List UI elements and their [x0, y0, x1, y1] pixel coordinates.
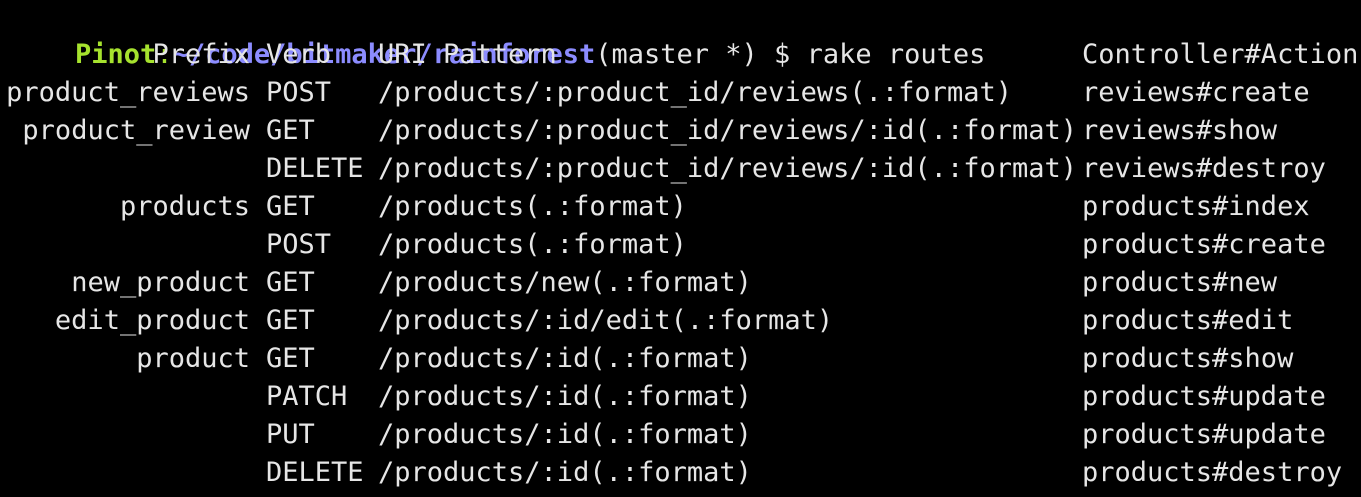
route-prefix: product	[136, 343, 250, 374]
route-uri: /products/:product_id/reviews/:id(.:form…	[378, 115, 1077, 146]
route-prefix-wrap: edit_product	[0, 302, 250, 340]
route-prefix: products	[119, 191, 250, 222]
route-prefix-wrap	[0, 416, 250, 454]
routes-header-row: Prefix Verb URI Pattern Controller#Actio…	[0, 36, 1361, 74]
route-action: reviews#destroy	[1082, 153, 1326, 184]
action-header: Controller#Action	[1082, 39, 1359, 70]
route-prefix: edit_product	[54, 305, 250, 336]
route-uri: /products(.:format)	[378, 229, 687, 260]
route-row: new_product GET /products/new(.:format) …	[0, 264, 1361, 302]
route-prefix-wrap	[0, 226, 250, 264]
route-verb: DELETE	[266, 153, 364, 184]
route-row: DELETE /products/:id(.:format) products#…	[0, 454, 1361, 492]
route-prefix-wrap: products	[0, 188, 250, 226]
route-verb: POST	[266, 77, 332, 108]
route-verb: GET	[266, 191, 315, 222]
route-action: reviews#show	[1082, 115, 1278, 146]
route-prefix-wrap: product_reviews	[0, 74, 250, 112]
route-prefix-wrap	[0, 150, 250, 188]
prefix-header-wrap: Prefix	[0, 36, 250, 74]
uri-header: URI Pattern	[378, 39, 557, 70]
route-row: product GET /products/:id(.:format) prod…	[0, 340, 1361, 378]
route-prefix-wrap: new_product	[0, 264, 250, 302]
route-verb: GET	[266, 267, 315, 298]
route-uri: /products/:id/edit(.:format)	[378, 305, 834, 336]
route-action: products#create	[1082, 229, 1326, 260]
route-uri: /products/:product_id/reviews/:id(.:form…	[378, 153, 1077, 184]
route-uri: /products/:product_id/reviews(.:format)	[378, 77, 1012, 108]
route-uri: /products/:id(.:format)	[378, 343, 752, 374]
route-row: products GET /products(.:format) product…	[0, 188, 1361, 226]
route-verb: PUT	[266, 419, 315, 450]
route-prefix-wrap: product	[0, 340, 250, 378]
prefix-header: Prefix	[152, 39, 250, 70]
route-row: product_reviews POST /products/:product_…	[0, 74, 1361, 112]
route-verb: GET	[266, 305, 315, 336]
route-row: PATCH /products/:id(.:format) products#u…	[0, 378, 1361, 416]
route-uri: /products/:id(.:format)	[378, 419, 752, 450]
route-verb: GET	[266, 115, 315, 146]
route-row: POST /products(.:format) products#create	[0, 226, 1361, 264]
route-action: products#destroy	[1082, 457, 1343, 488]
route-verb: DELETE	[266, 457, 364, 488]
route-action: products#edit	[1082, 305, 1294, 336]
route-uri: /products/:id(.:format)	[378, 457, 752, 488]
verb-header: Verb	[266, 39, 332, 70]
route-prefix: product_reviews	[6, 77, 250, 108]
route-action: products#index	[1082, 191, 1310, 222]
route-prefix-wrap	[0, 378, 250, 416]
route-row: PUT /products/:id(.:format) products#upd…	[0, 416, 1361, 454]
route-action: products#update	[1082, 419, 1326, 450]
route-prefix: product_review	[22, 115, 250, 146]
route-action: products#show	[1082, 343, 1294, 374]
route-uri: /products(.:format)	[378, 191, 687, 222]
route-verb: GET	[266, 343, 315, 374]
route-action: products#new	[1082, 267, 1278, 298]
route-prefix-wrap: product_review	[0, 112, 250, 150]
route-uri: /products/:id(.:format)	[378, 381, 752, 412]
route-row: DELETE /products/:product_id/reviews/:id…	[0, 150, 1361, 188]
route-action: reviews#create	[1082, 77, 1310, 108]
terminal-window[interactable]: Pinot:~/code/bitmaker/rainforest(master …	[0, 0, 1361, 497]
route-action: products#update	[1082, 381, 1326, 412]
route-prefix-wrap	[0, 454, 250, 492]
route-verb: POST	[266, 229, 332, 260]
prompt-line: Pinot:~/code/bitmaker/rainforest(master …	[10, 0, 985, 70]
route-verb: PATCH	[266, 381, 348, 412]
route-row: product_review GET /products/:product_id…	[0, 112, 1361, 150]
route-row: edit_product GET /products/:id/edit(.:fo…	[0, 302, 1361, 340]
route-uri: /products/new(.:format)	[378, 267, 752, 298]
route-prefix: new_product	[71, 267, 250, 298]
